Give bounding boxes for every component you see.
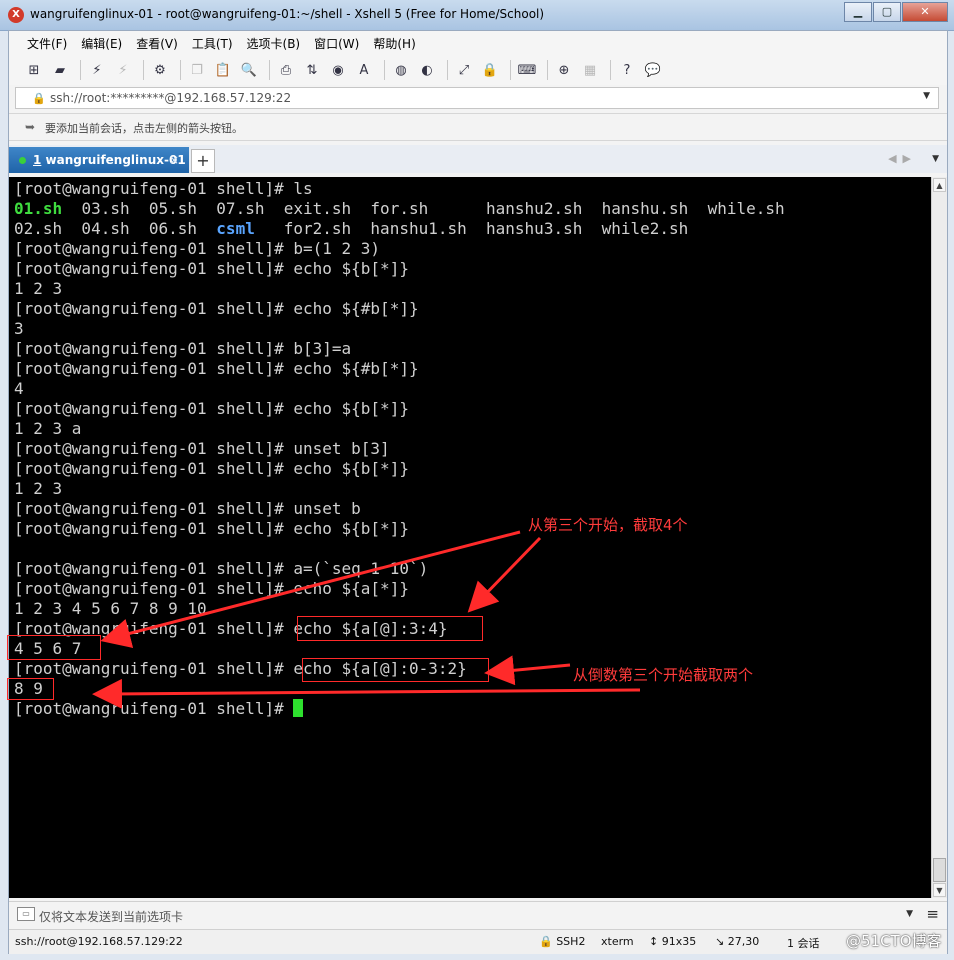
annotation-arrows xyxy=(92,530,641,709)
arrow-note2-to-command xyxy=(484,655,571,686)
watermark: @51CTO博客 xyxy=(846,932,942,950)
arrow-note2-to-output xyxy=(92,678,641,709)
arrow-note1-to-command xyxy=(467,536,542,613)
arrow-note1-to-output xyxy=(100,530,521,648)
